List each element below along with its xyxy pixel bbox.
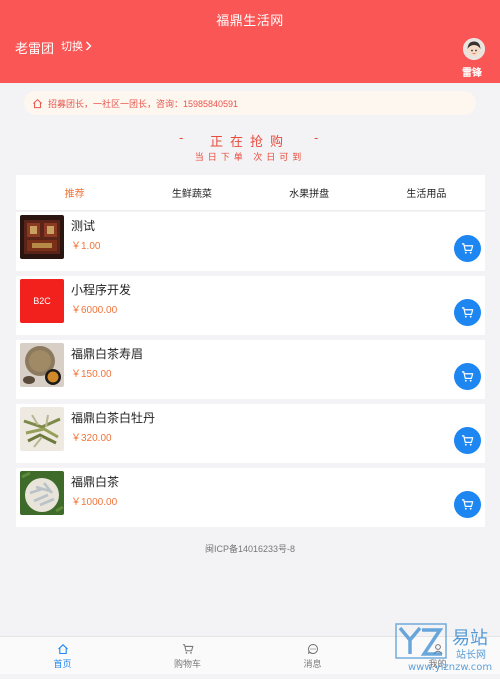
user-name: 雷锋: [462, 68, 482, 79]
product-image-tea-cake: [20, 343, 64, 387]
app-header: 福鼎生活网 老雷团 切换 雷锋: [0, 0, 500, 83]
category-tabs: 推荐 生鲜蔬菜 水果拼盘 生活用品: [16, 175, 485, 211]
product-name: 测试: [71, 219, 96, 233]
add-to-cart-button[interactable]: [454, 427, 481, 454]
user-avatar[interactable]: [463, 38, 485, 60]
product-price: ￥6000.00: [71, 305, 118, 316]
home-icon: [57, 644, 68, 655]
cart-icon: [461, 371, 474, 382]
message-icon: [307, 643, 318, 655]
product-name: 福鼎白茶白牡丹: [71, 411, 156, 425]
b2c-thumb-text: B2C: [33, 296, 51, 306]
tab-recommended[interactable]: 推荐: [16, 185, 133, 200]
app-title: 福鼎生活网: [216, 13, 284, 28]
group-leader-name: 老雷团: [15, 41, 55, 56]
product-price: ￥150.00: [71, 369, 112, 380]
product-item[interactable]: B2C 小程序开发 ￥6000.00: [16, 276, 485, 335]
product-image-silver-needle: [20, 471, 64, 515]
product-image-tea-leaves: [20, 407, 64, 451]
home-icon: [33, 98, 42, 108]
tabbar-cart[interactable]: 购物车: [125, 637, 250, 674]
watermark-url: www.yiznzw.com: [408, 662, 492, 673]
switch-leader-button[interactable]: 切换: [61, 38, 92, 54]
tab-daily-goods[interactable]: 生活用品: [368, 185, 485, 200]
tab-fresh-vegetables[interactable]: 生鲜蔬菜: [133, 185, 250, 200]
product-price: ￥1000.00: [71, 497, 118, 508]
switch-label: 切换: [61, 41, 83, 53]
cart-icon: [461, 307, 474, 318]
section-title: 正在抢购: [209, 134, 290, 149]
title-dash-right: -: [314, 130, 319, 145]
recruit-notice[interactable]: 招募团长，一社区一团长，咨询：15985840591: [24, 91, 476, 115]
cart-icon: [461, 435, 474, 446]
product-name: 福鼎白茶: [71, 475, 120, 489]
add-to-cart-button[interactable]: [454, 299, 481, 326]
tabbar-home-label: 首页: [53, 659, 72, 669]
product-name: 福鼎白茶寿眉: [71, 347, 144, 361]
cart-icon: [182, 644, 193, 654]
add-to-cart-button[interactable]: [454, 363, 481, 390]
product-image-bookcase: [20, 215, 64, 259]
product-item[interactable]: 测试 ￥1.00: [16, 212, 485, 271]
product-list: 测试 ￥1.00 B2C 小程序开发 ￥6000.00 福鼎白茶寿眉 ￥150.…: [16, 212, 485, 532]
product-price: ￥1.00: [71, 241, 101, 252]
section-subtitle: 当日下单 次日可到: [194, 152, 306, 162]
product-image-b2c: B2C: [20, 279, 64, 323]
watermark-sub: 站长网: [456, 648, 486, 661]
product-name: 小程序开发: [71, 283, 132, 297]
site-watermark: 易站 站长网 www.yiznzw.com: [394, 622, 500, 674]
product-price: ￥320.00: [71, 433, 112, 444]
tabbar-cart-label: 购物车: [173, 659, 201, 669]
product-item[interactable]: 福鼎白茶白牡丹 ￥320.00: [16, 404, 485, 463]
product-item[interactable]: 福鼎白茶 ￥1000.00: [16, 468, 485, 527]
notice-text: 招募团长，一社区一团长，咨询：15985840591: [48, 98, 239, 109]
tabbar-home[interactable]: 首页: [0, 637, 125, 674]
tab-fruit-platter[interactable]: 水果拼盘: [251, 185, 368, 200]
watermark-brand: 易站: [452, 628, 488, 649]
tabbar-messages[interactable]: 消息: [250, 637, 375, 674]
tabbar-messages-label: 消息: [303, 659, 322, 669]
chevron-right-icon: [86, 41, 92, 51]
icp-record[interactable]: 闽ICP备14016233号-8: [0, 542, 500, 555]
product-item[interactable]: 福鼎白茶寿眉 ￥150.00: [16, 340, 485, 399]
cart-icon: [461, 243, 474, 254]
add-to-cart-button[interactable]: [454, 235, 481, 262]
add-to-cart-button[interactable]: [454, 491, 481, 518]
cart-icon: [461, 499, 474, 510]
